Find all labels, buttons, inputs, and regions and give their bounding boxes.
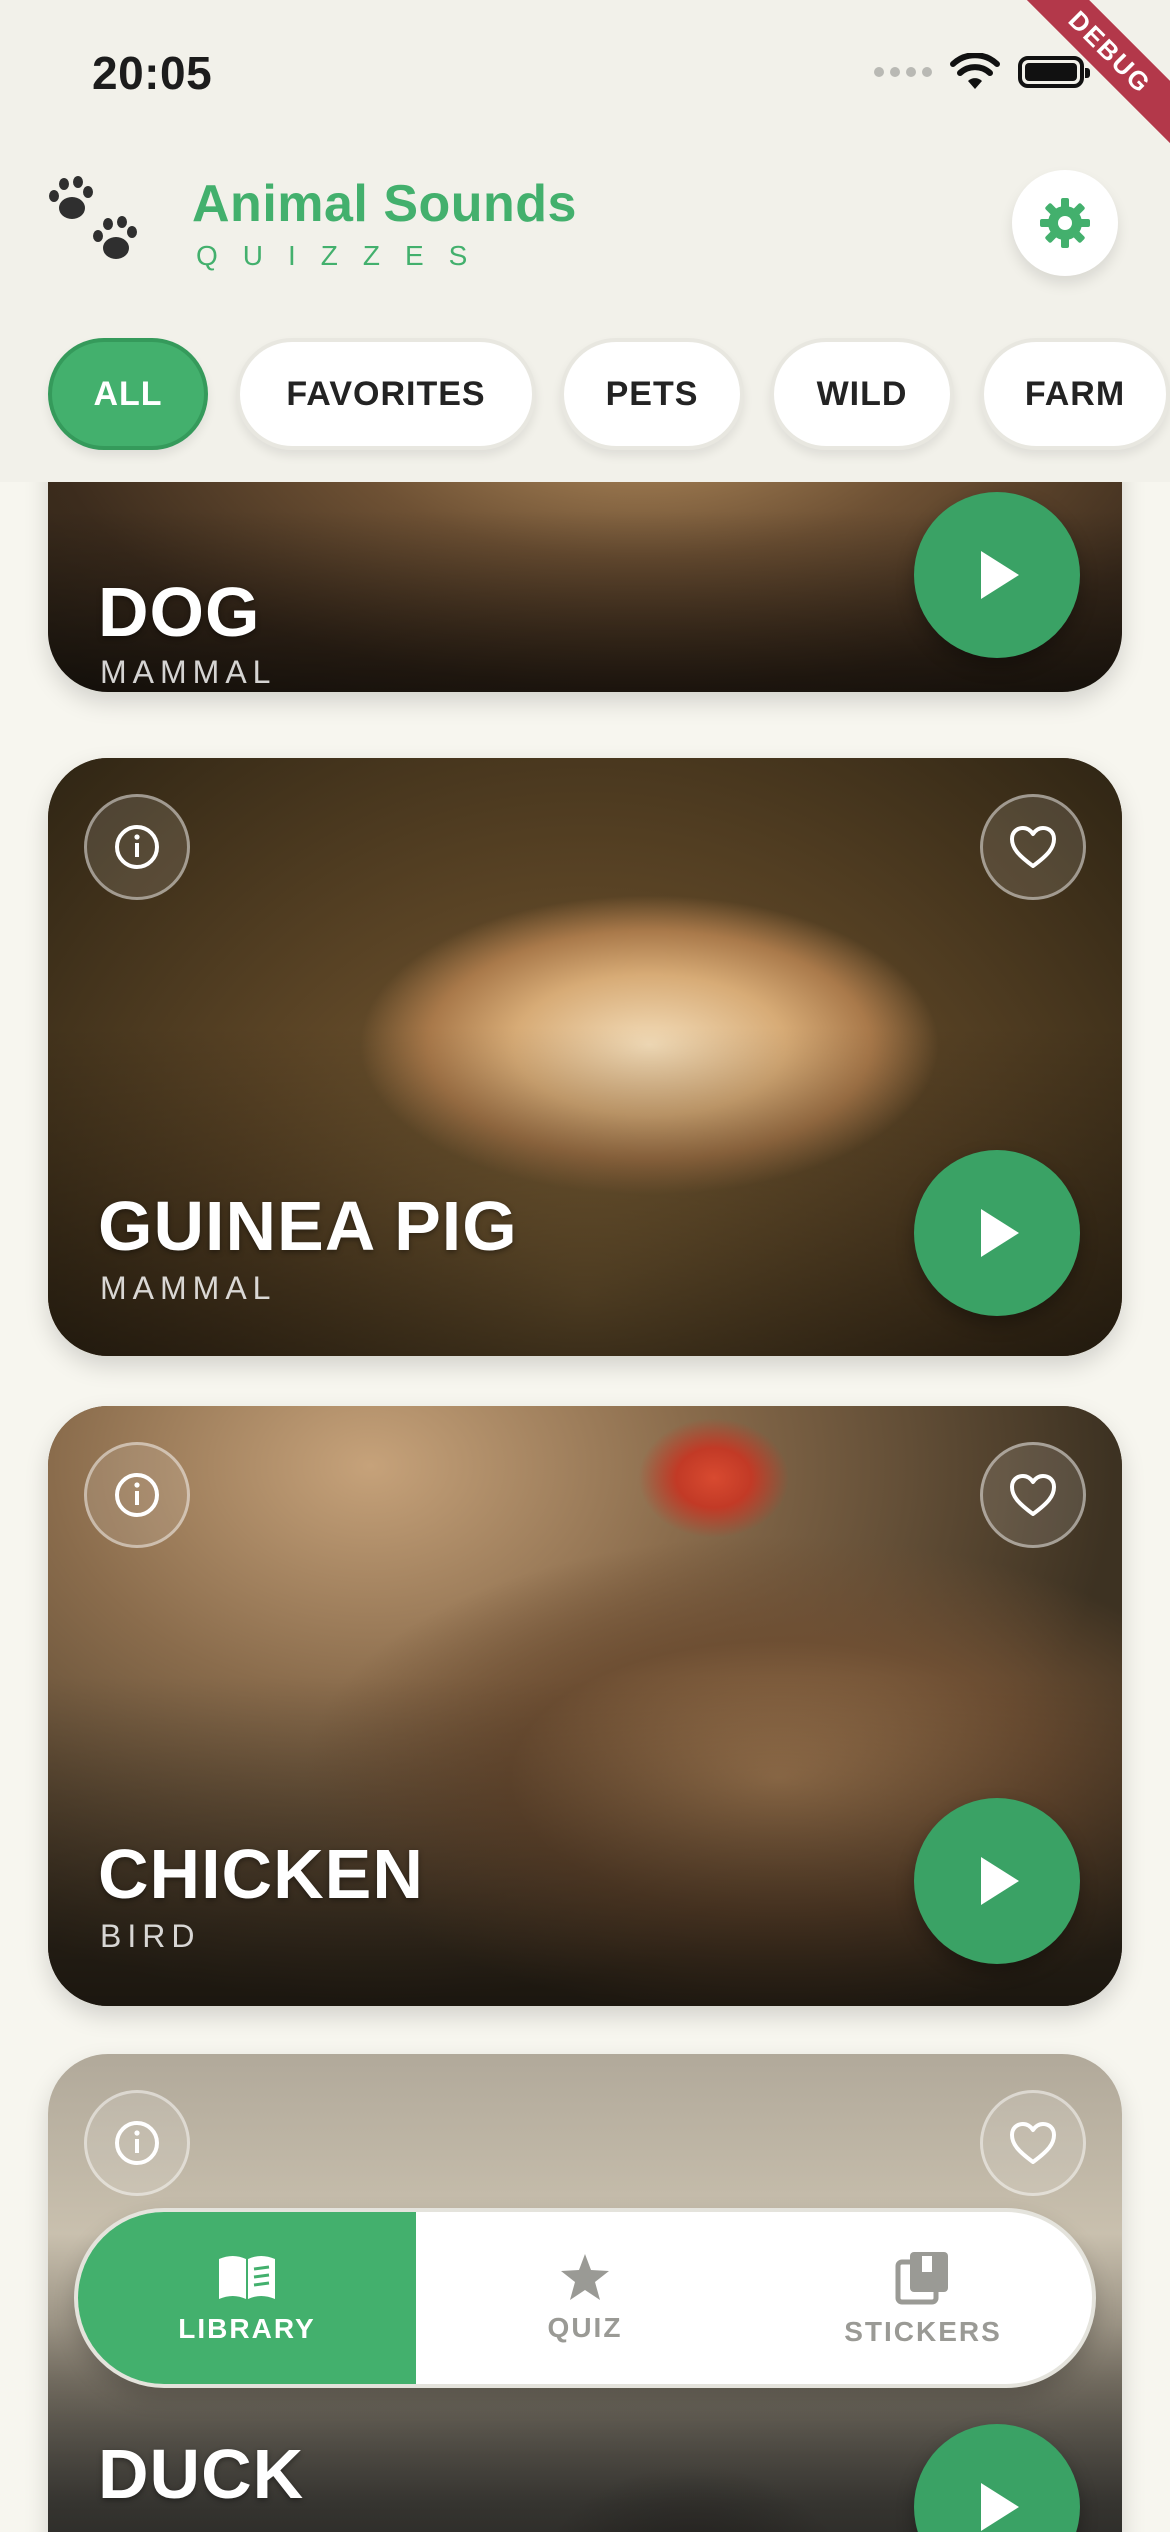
play-sound-button[interactable] (914, 1150, 1080, 1316)
star-icon (561, 2254, 609, 2300)
paw-logo-icon (49, 176, 137, 259)
nav-stickers[interactable]: STICKERS (754, 2212, 1092, 2384)
battery-icon (1018, 56, 1090, 88)
nav-library[interactable]: LIBRARY (78, 2212, 416, 2384)
filter-chip-all[interactable]: ALL (48, 338, 208, 450)
status-icons (874, 52, 1090, 92)
play-icon (981, 1857, 1019, 1905)
app-subtitle: QUIZZES (196, 240, 493, 271)
heart-icon (1010, 826, 1056, 868)
favorite-button[interactable] (980, 2090, 1086, 2196)
nav-library-label: LIBRARY (178, 2313, 316, 2344)
card-title: CHICKEN (98, 1835, 424, 1913)
stickers-icon (895, 2252, 948, 2305)
card-category: BIRD (100, 1918, 201, 1954)
play-sound-button[interactable] (914, 492, 1080, 658)
heart-icon (1010, 2122, 1056, 2164)
play-icon (981, 2483, 1019, 2531)
card-title: DOG (98, 573, 261, 651)
card-title: GUINEA PIG (98, 1187, 518, 1265)
favorite-button[interactable] (980, 794, 1086, 900)
app-title: Animal Sounds (192, 175, 577, 233)
filter-chip-favorites[interactable]: FAVORITES (236, 338, 536, 450)
app-header: 20:05 Animal Sounds QUIZZES ALL FAVORITE… (0, 0, 1170, 482)
filter-chip-farm[interactable]: FARM (980, 338, 1170, 450)
play-icon (981, 551, 1019, 599)
heart-icon (1010, 1474, 1056, 1516)
gear-icon (1040, 198, 1090, 248)
filter-chips: ALL FAVORITES PETS WILD FARM (48, 338, 1170, 458)
wifi-icon (950, 53, 1000, 89)
card-category: MAMMAL (100, 654, 277, 690)
animal-card-dog[interactable]: DOG MAMMAL (48, 482, 1122, 692)
book-icon (219, 2256, 275, 2299)
favorite-button[interactable] (980, 1442, 1086, 1548)
play-sound-button[interactable] (914, 1798, 1080, 1964)
info-button[interactable] (84, 1442, 190, 1548)
filter-chip-wild[interactable]: WILD (770, 338, 954, 450)
nav-quiz[interactable]: QUIZ (416, 2212, 754, 2384)
info-icon (115, 1473, 159, 1517)
card-category: MAMMAL (100, 1270, 277, 1306)
animal-card-guinea-pig[interactable]: GUINEA PIG MAMMAL (48, 758, 1122, 1356)
info-icon (115, 2121, 159, 2165)
nav-stickers-label: STICKERS (844, 2316, 1002, 2347)
settings-button[interactable] (1012, 170, 1118, 276)
card-title: DUCK (98, 2435, 305, 2513)
info-icon (115, 825, 159, 869)
play-icon (981, 1209, 1019, 1257)
status-time: 20:05 (92, 47, 213, 99)
bottom-navigation: LIBRARY QUIZ STICKERS (74, 2208, 1096, 2388)
info-button[interactable] (84, 794, 190, 900)
filter-chip-pets[interactable]: PETS (560, 338, 744, 450)
info-button[interactable] (84, 2090, 190, 2196)
cellular-signal-icon (874, 67, 932, 77)
animal-card-chicken[interactable]: CHICKEN BIRD (48, 1406, 1122, 2006)
nav-quiz-label: QUIZ (547, 2312, 623, 2343)
